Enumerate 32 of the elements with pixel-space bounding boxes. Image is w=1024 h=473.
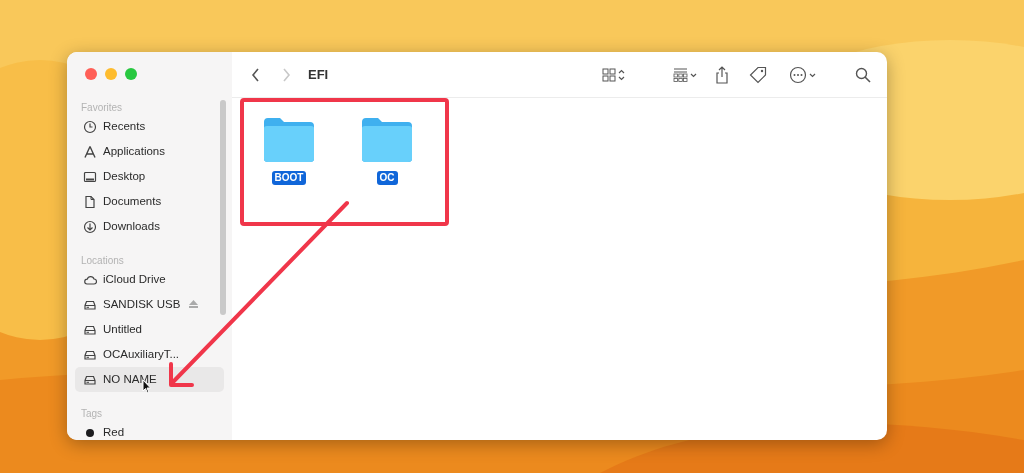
sidebar-item[interactable]: Downloads <box>75 214 224 239</box>
sidebar-item[interactable]: Recents <box>75 114 224 139</box>
eject-icon[interactable] <box>189 300 198 308</box>
sidebar-item[interactable]: OCAuxiliaryT... <box>75 342 224 367</box>
sidebar-item[interactable]: Applications <box>75 139 224 164</box>
folder-item[interactable]: OC <box>342 116 432 185</box>
chevron-icon <box>281 66 292 83</box>
folder-item[interactable]: BOOT <box>244 116 334 185</box>
sidebar-item[interactable]: SANDISK USB <box>75 292 224 317</box>
folder-icon <box>262 116 316 163</box>
download-icon <box>83 219 97 234</box>
sidebar-item[interactable]: Desktop <box>75 164 224 189</box>
sidebar-item[interactable]: iCloud Drive <box>75 267 224 292</box>
section-heading: Tags <box>80 407 104 420</box>
sidebar-item[interactable]: NO NAME <box>75 367 224 392</box>
sidebar-item[interactable]: Untitled <box>75 317 224 342</box>
sidebar-item[interactable]: Documents <box>75 189 224 214</box>
monitor-icon <box>83 169 97 184</box>
chevron-icon <box>250 66 261 83</box>
close-button[interactable] <box>85 68 97 80</box>
compass-icon <box>83 144 97 159</box>
folder-icon <box>360 116 414 163</box>
section-heading: Locations <box>80 254 125 267</box>
scrollbar[interactable] <box>220 100 226 315</box>
file-name: OC <box>376 171 398 185</box>
file-name: BOOT <box>271 171 307 185</box>
sidebar-item[interactable]: Red <box>75 420 224 440</box>
section-heading: Favorites <box>80 101 124 114</box>
zoom-button[interactable] <box>125 68 137 80</box>
window-title: EFI <box>308 65 329 84</box>
document-icon <box>83 194 97 209</box>
clock-icon <box>83 119 97 134</box>
